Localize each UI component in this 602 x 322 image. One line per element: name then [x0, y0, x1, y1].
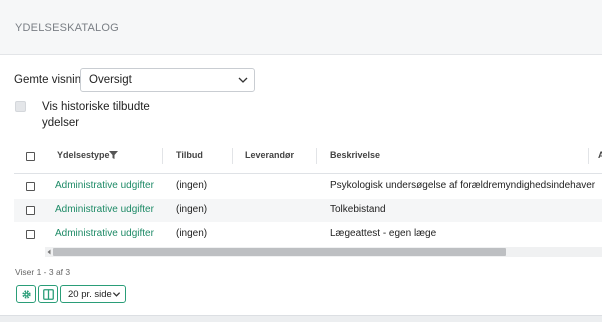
- column-header-ydelsestype[interactable]: Ydelsestype: [57, 150, 110, 160]
- chevron-down-icon: [238, 77, 248, 83]
- panel-title: YDELSESKATALOG: [15, 22, 119, 34]
- ydelsestype-link[interactable]: Administrative udgifter: [55, 228, 154, 239]
- table-row[interactable]: Administrative udgifter (ingen) Psykolog…: [14, 175, 602, 198]
- page-size-value: 20 pr. side: [68, 289, 112, 300]
- panel-header: YDELSESKATALOG: [0, 0, 602, 55]
- column-divider: [232, 148, 233, 164]
- chevron-down-icon: [112, 292, 121, 297]
- scroll-left-arrow-icon[interactable]: [46, 248, 52, 256]
- scrollbar-thumb[interactable]: [53, 248, 506, 256]
- row-checkbox[interactable]: [26, 182, 35, 191]
- saved-views-value: Oversigt: [89, 74, 132, 86]
- column-header-leverandor[interactable]: Leverandør: [245, 150, 294, 160]
- table-row[interactable]: Administrative udgifter (ingen) Tolkebis…: [14, 199, 602, 222]
- column-header-beskrivelse[interactable]: Beskrivelse: [330, 150, 380, 160]
- columns-button[interactable]: [38, 285, 58, 303]
- tilbud-cell: (ingen): [176, 204, 208, 215]
- select-all-checkbox[interactable]: [26, 152, 35, 161]
- columns-icon: [43, 289, 54, 300]
- tilbud-cell: (ingen): [176, 180, 208, 191]
- column-divider: [588, 148, 589, 164]
- beskrivelse-cell: Tolkebistand: [330, 204, 386, 215]
- tilbud-cell: (ingen): [176, 228, 208, 239]
- ydelsestype-link[interactable]: Administrative udgifter: [55, 180, 154, 191]
- horizontal-scrollbar[interactable]: [45, 247, 602, 257]
- ydelsestype-link[interactable]: Administrative udgifter: [55, 204, 154, 215]
- saved-views-select[interactable]: Oversigt: [80, 68, 255, 92]
- column-divider: [316, 148, 317, 164]
- service-catalog-panel: YDELSESKATALOG Gemte visninger Oversigt …: [0, 0, 602, 316]
- history-label: Vis historiske tilbudte ydelser: [42, 101, 150, 129]
- table-header: Ydelsestype Tilbud Leverandør Beskrivels…: [14, 140, 602, 174]
- filter-icon[interactable]: [109, 151, 118, 159]
- gear-icon: [22, 290, 31, 299]
- column-header-a[interactable]: A: [598, 150, 602, 160]
- beskrivelse-cell: Psykologisk undersøgelse af forældremynd…: [330, 180, 596, 191]
- row-checkbox[interactable]: [26, 206, 35, 215]
- table-row[interactable]: Administrative udgifter (ingen) Lægeatte…: [14, 223, 602, 246]
- column-header-tilbud[interactable]: Tilbud: [176, 150, 203, 160]
- column-divider: [162, 148, 163, 164]
- pagination-info: Viser 1 - 3 af 3: [15, 267, 71, 277]
- beskrivelse-cell: Lægeattest - egen læge: [330, 228, 437, 239]
- history-checkbox[interactable]: [15, 101, 26, 112]
- row-checkbox[interactable]: [26, 230, 35, 239]
- settings-button[interactable]: [16, 285, 36, 303]
- page-size-select[interactable]: 20 pr. side: [60, 285, 126, 303]
- saved-views-label: Gemte visninger: [14, 74, 80, 86]
